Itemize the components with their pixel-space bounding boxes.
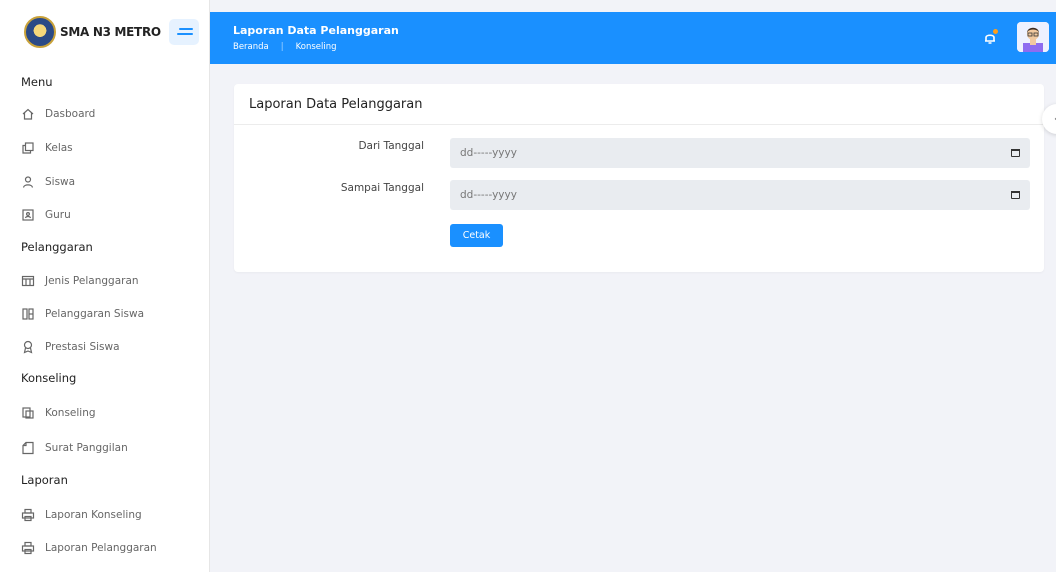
sidebar-item-label: Dasboard [45,108,96,120]
notification-bell-icon[interactable] [983,29,998,44]
sidebar-item-label: Surat Panggilan [45,442,128,454]
breadcrumb-separator: | [280,42,284,52]
sidebar-item-pelanggaran-siswa[interactable]: Pelanggaran Siswa [21,305,144,323]
sidebar-item-label: Laporan Konseling [45,509,142,521]
from-date-placeholder: dd-----yyyy [460,147,517,159]
user-avatar[interactable] [1017,22,1049,52]
sidebar-toggle-button[interactable] [168,19,199,45]
section-konseling: Konseling [21,371,77,385]
to-date-placeholder: dd-----yyyy [460,189,517,201]
sidebar-item-label: Konseling [45,407,96,419]
sidebar-item-dasboard[interactable]: Dasboard [21,105,95,123]
sidebar-item-label: Jenis Pelanggaran [45,275,139,287]
user-icon [21,175,35,189]
printer-icon [21,508,35,522]
sidebar-item-label: Pelanggaran Siswa [45,308,145,320]
award-icon [21,340,35,354]
calendar-icon[interactable] [1011,191,1020,199]
breadcrumb-beranda[interactable]: Beranda [233,42,269,52]
sidebar-item-label: Laporan Pelanggaran [45,542,157,554]
home-icon [21,107,35,121]
copy-icon [21,141,35,155]
brand: SMA N3 METRO [0,0,209,64]
breadcrumb: Beranda | Konseling [233,42,337,52]
report-card: Laporan Data Pelanggaran Dari Tanggal dd… [234,84,1044,272]
cetak-button[interactable]: Cetak [450,224,503,247]
sidebar: SMA N3 METRO Menu Dasboard Kelas Siswa G… [0,0,210,572]
id-card-icon [21,208,35,222]
topbar: Laporan Data Pelanggaran Beranda | Konse… [210,12,1056,64]
to-date-label: Sampai Tanggal [340,182,424,194]
sidebar-item-surat-panggilan[interactable]: Surat Panggilan [21,439,128,457]
sidebar-item-laporan-konseling[interactable]: Laporan Konseling [21,506,142,524]
school-logo [24,16,56,48]
files-icon [21,406,35,420]
section-pelanggaran: Pelanggaran [21,240,93,254]
sidebar-item-guru[interactable]: Guru [21,206,71,224]
sidebar-item-jenis-pelanggaran[interactable]: Jenis Pelanggaran [21,272,139,290]
sidebar-item-siswa[interactable]: Siswa [21,173,75,191]
file-icon [21,441,35,455]
section-laporan: Laporan [21,473,68,487]
section-menu: Menu [21,75,53,89]
sidebar-item-label: Siswa [45,176,76,188]
settings-toggle-button[interactable]: ‹ [1042,104,1056,134]
sidebar-item-laporan-pelanggaran[interactable]: Laporan Pelanggaran [21,539,157,557]
sidebar-item-prestasi-siswa[interactable]: Prestasi Siswa [21,338,120,356]
notification-dot [993,29,998,34]
brand-name: SMA N3 METRO [60,25,161,39]
card-title: Laporan Data Pelanggaran [249,97,423,112]
from-date-input[interactable]: dd-----yyyy [450,138,1030,168]
table-icon [21,274,35,288]
sidebar-item-konseling[interactable]: Konseling [21,404,96,422]
sidebar-item-label: Kelas [45,142,73,154]
sidebar-item-label: Prestasi Siswa [45,341,120,353]
columns-icon [21,307,35,321]
from-date-label: Dari Tanggal [358,140,424,152]
card-divider [234,124,1044,125]
to-date-input[interactable]: dd-----yyyy [450,180,1030,210]
printer-icon [21,541,35,555]
sidebar-item-label: Guru [45,209,71,221]
page-title: Laporan Data Pelanggaran [233,24,399,37]
breadcrumb-konseling: Konseling [295,42,337,52]
calendar-icon[interactable] [1011,149,1020,157]
sidebar-item-kelas[interactable]: Kelas [21,139,73,157]
